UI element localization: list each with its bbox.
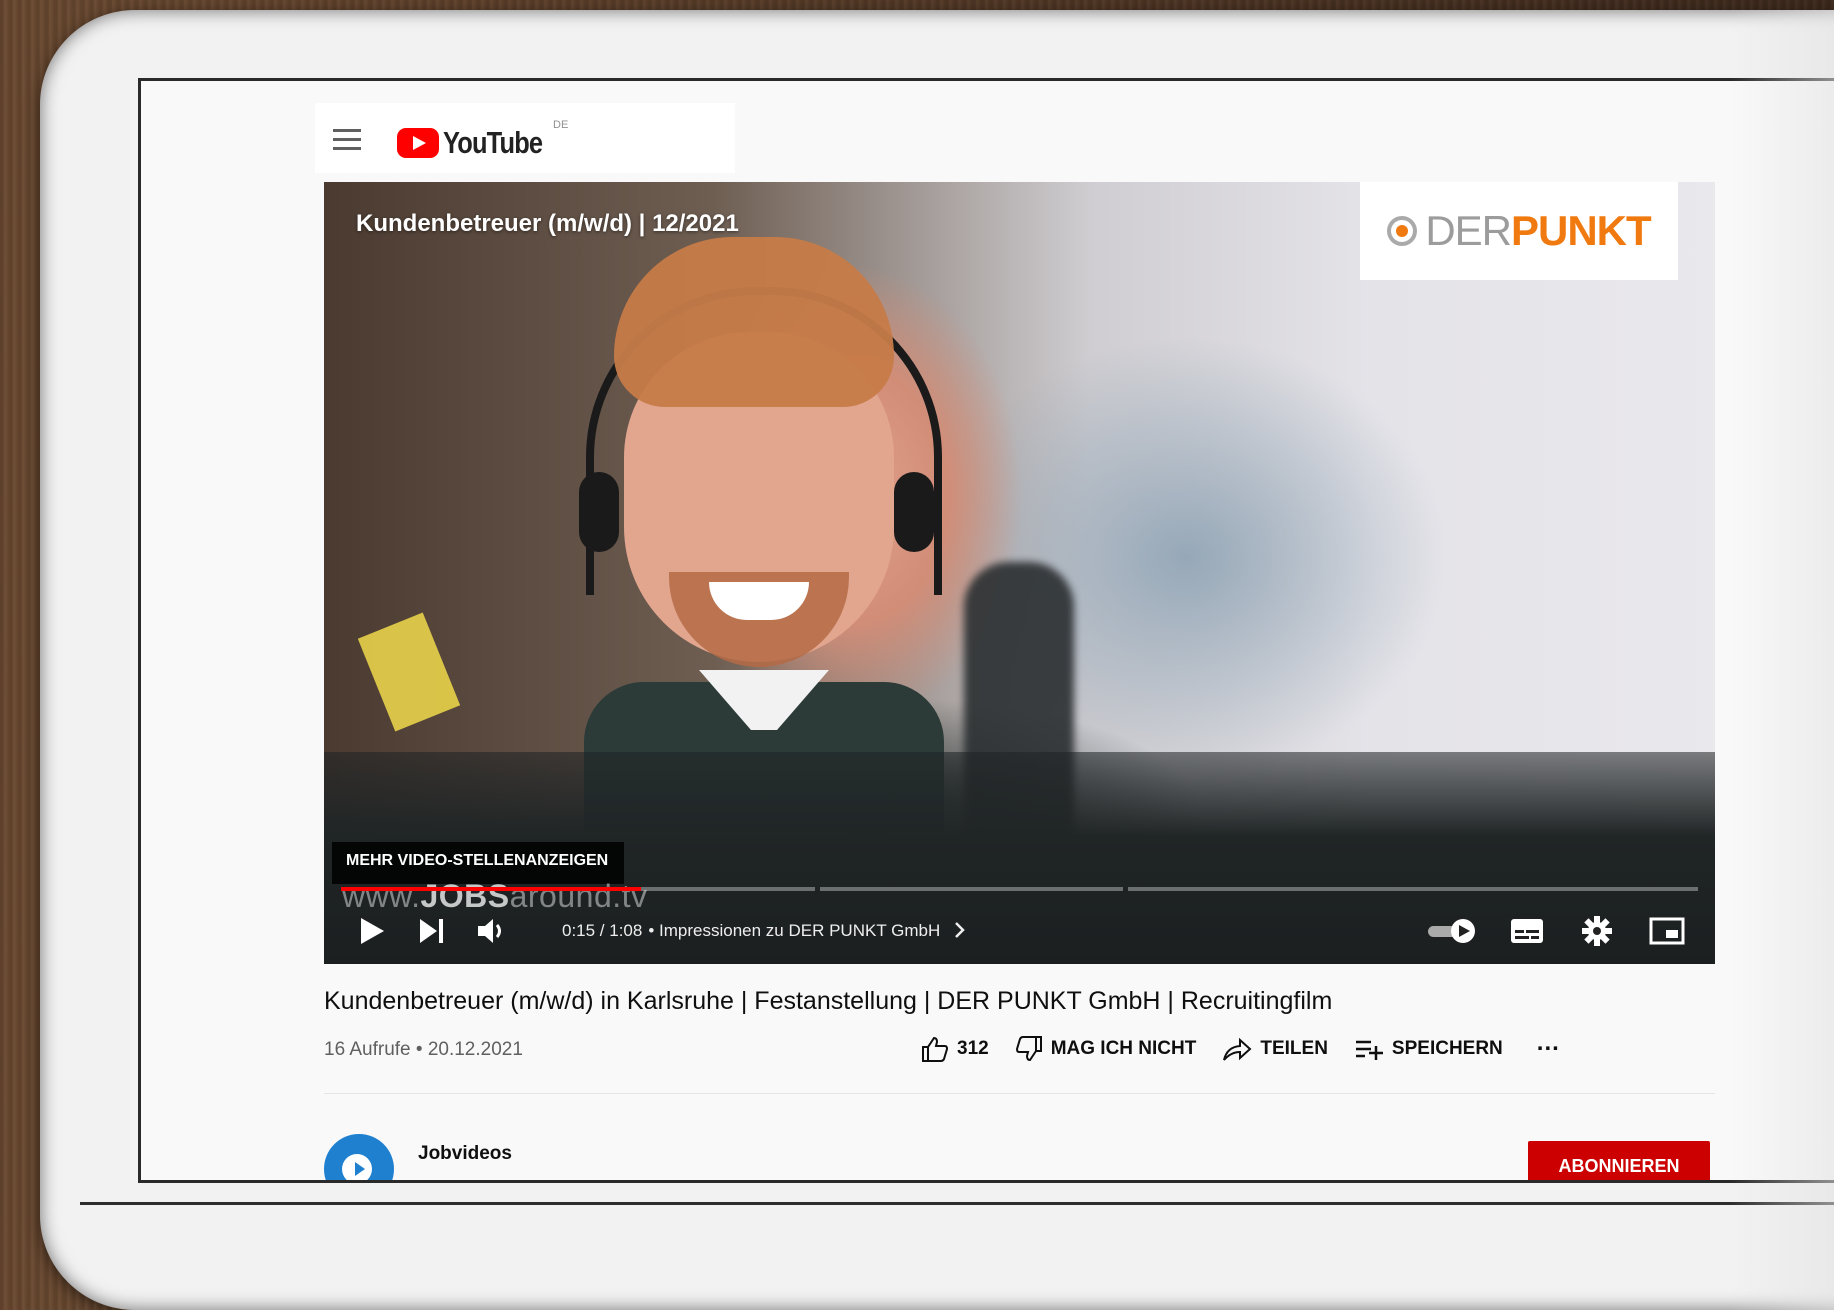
browser-screen: YouTube DE Kundenbetreuer (m/w/d) | 12/2… bbox=[138, 78, 1834, 1183]
brand-der: DER bbox=[1425, 207, 1512, 254]
dislike-label: MAG ICH NICHT bbox=[1050, 1038, 1197, 1059]
miniplayer-icon bbox=[1649, 917, 1685, 944]
thumbs-up-icon bbox=[922, 1036, 949, 1062]
brand-watermark-logo: DER PUNKT bbox=[1360, 182, 1678, 280]
video-actions: 312 MAG ICH NICHT TEILEN SPEICHERN ... bbox=[921, 1029, 1586, 1067]
channel-name[interactable]: Jobvideos bbox=[418, 1143, 512, 1165]
volume-icon bbox=[478, 918, 501, 943]
divider bbox=[324, 1093, 1715, 1094]
subscribe-button[interactable]: ABONNIEREN bbox=[1528, 1141, 1710, 1180]
progress-played bbox=[341, 887, 641, 891]
like-button[interactable]: 312 bbox=[921, 1035, 989, 1063]
video-overlay-title[interactable]: Kundenbetreuer (m/w/d) | 12/2021 bbox=[356, 210, 739, 238]
chapter-title[interactable]: • Impressionen zu DER PUNKT GmbH bbox=[648, 921, 940, 940]
more-options-icon: ... bbox=[1536, 1029, 1560, 1056]
chapter-segment[interactable] bbox=[820, 887, 1123, 891]
tablet-frame: YouTube DE Kundenbetreuer (m/w/d) | 12/2… bbox=[40, 10, 1834, 1310]
autoplay-toggle[interactable] bbox=[1424, 897, 1480, 964]
youtube-logo-icon bbox=[397, 128, 439, 158]
play-icon bbox=[361, 917, 384, 944]
share-button[interactable]: TEILEN bbox=[1222, 1036, 1328, 1062]
chapter-segment[interactable] bbox=[1128, 887, 1698, 891]
share-label: TEILEN bbox=[1260, 1038, 1328, 1059]
share-arrow-icon bbox=[1223, 1037, 1252, 1061]
subtitles-icon bbox=[1511, 918, 1543, 943]
next-button[interactable] bbox=[412, 897, 452, 964]
play-button[interactable] bbox=[352, 897, 392, 964]
dislike-button[interactable]: MAG ICH NICHT bbox=[1015, 1035, 1197, 1063]
device-edge bbox=[80, 1202, 1834, 1205]
brand-dot-icon bbox=[1387, 216, 1418, 246]
player-controls: 0:15 / 1:08 • Impressionen zu DER PUNKT G… bbox=[324, 897, 1715, 964]
save-label: SPEICHERN bbox=[1391, 1038, 1503, 1059]
miniplayer-button[interactable] bbox=[1642, 897, 1692, 964]
volume-button[interactable] bbox=[472, 897, 512, 964]
progress-bar[interactable] bbox=[341, 887, 1698, 891]
video-player[interactable]: Kundenbetreuer (m/w/d) | 12/2021 DER PUNK… bbox=[324, 182, 1715, 964]
theater-mode-button[interactable] bbox=[1712, 897, 1715, 964]
time-display: 0:15 / 1:08 • Impressionen zu DER PUNKT G… bbox=[562, 897, 967, 964]
logo-text: YouTube bbox=[443, 125, 543, 160]
add-to-playlist-icon bbox=[1355, 1040, 1383, 1060]
video-title: Kundenbetreuer (m/w/d) in Karlsruhe | Fe… bbox=[324, 987, 1333, 1015]
channel-avatar[interactable] bbox=[324, 1134, 394, 1180]
settings-button[interactable] bbox=[1572, 897, 1622, 964]
time-current-duration: 0:15 / 1:08 bbox=[562, 921, 643, 940]
chevron-right-icon[interactable] bbox=[953, 922, 967, 938]
video-frame-element bbox=[894, 472, 934, 552]
thumbs-down-icon bbox=[1015, 1036, 1042, 1062]
like-count: 312 bbox=[957, 1038, 989, 1059]
save-button[interactable]: SPEICHERN bbox=[1354, 1037, 1503, 1061]
youtube-logo[interactable]: YouTube bbox=[397, 125, 564, 161]
next-icon bbox=[420, 918, 443, 943]
video-frame-element bbox=[614, 237, 894, 407]
masthead: YouTube DE bbox=[315, 103, 735, 173]
menu-icon[interactable] bbox=[333, 129, 361, 150]
brand-punkt: PUNKT bbox=[1511, 207, 1652, 254]
autoplay-toggle-icon bbox=[1428, 918, 1475, 943]
video-meta: 16 Aufrufe • 20.12.2021 bbox=[324, 1039, 523, 1060]
subtitles-button[interactable] bbox=[1502, 897, 1552, 964]
country-code: DE bbox=[553, 119, 569, 131]
more-options-button[interactable]: ... bbox=[1537, 1029, 1560, 1063]
video-frame-element bbox=[357, 612, 461, 732]
settings-gear-icon bbox=[1582, 915, 1612, 946]
video-frame-element bbox=[579, 472, 619, 552]
